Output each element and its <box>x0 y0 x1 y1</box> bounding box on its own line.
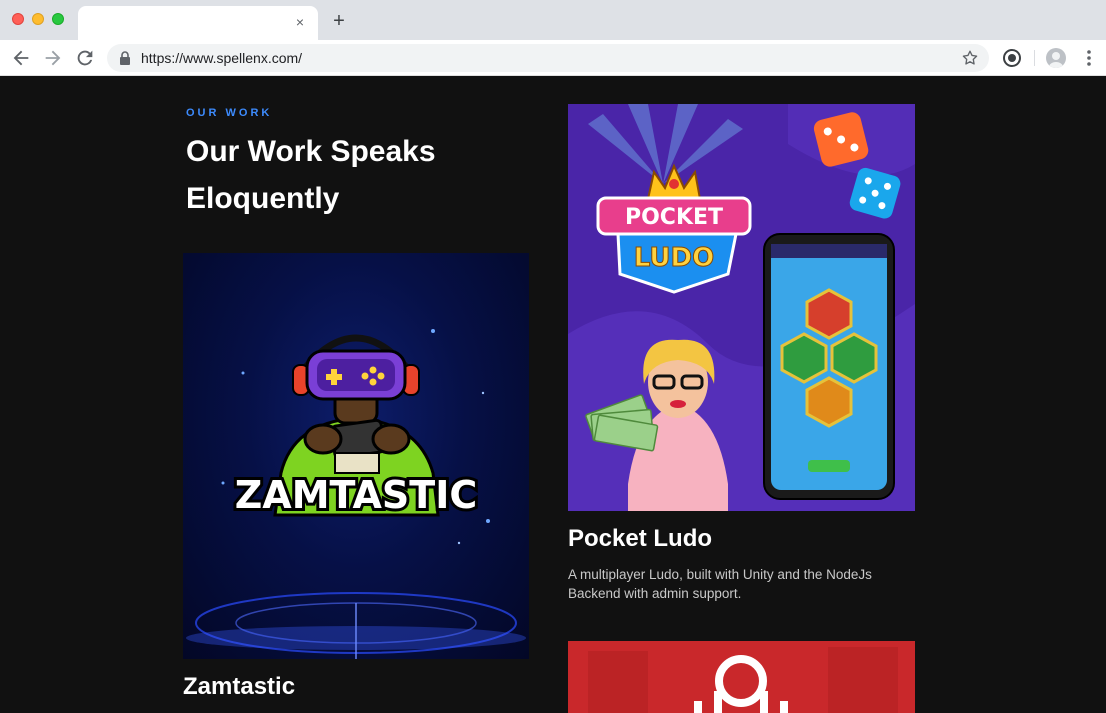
minimize-window-button[interactable] <box>32 13 44 25</box>
maximize-window-button[interactable] <box>52 13 64 25</box>
account-icon[interactable] <box>1046 48 1066 68</box>
zamtastic-artwork: ZAMTASTIC <box>186 329 526 659</box>
svg-text:POCKET: POCKET <box>625 205 723 230</box>
zamtastic-logo-text: ZAMTASTIC <box>235 473 477 517</box>
star-icon[interactable] <box>961 49 979 67</box>
plus-icon[interactable]: + <box>330 11 348 31</box>
browser-tab[interactable]: × <box>78 6 318 40</box>
reload-icon[interactable] <box>74 47 96 69</box>
third-project-image[interactable] <box>568 641 915 713</box>
address-bar[interactable]: https://www.spellenx.com/ <box>107 44 989 72</box>
toolbar-divider <box>1034 50 1035 66</box>
section-heading: Our Work Speaks Eloquently <box>186 135 436 215</box>
menu-dots-icon[interactable] <box>1080 48 1098 68</box>
pocket-ludo-artwork: POCKET LUDO <box>568 104 915 511</box>
zamtastic-image[interactable]: ZAMTASTIC <box>183 253 529 659</box>
tab-strip: × + <box>0 0 1106 40</box>
page-content: OUR WORK Our Work Speaks Eloquently ZAMT… <box>0 76 1106 713</box>
forward-arrow-icon[interactable] <box>42 47 64 69</box>
url-text[interactable]: https://www.spellenx.com/ <box>141 50 302 66</box>
browser-toolbar: https://www.spellenx.com/ <box>0 40 1106 76</box>
back-arrow-icon[interactable] <box>10 47 32 69</box>
close-icon[interactable]: × <box>292 14 308 30</box>
close-window-button[interactable] <box>12 13 24 25</box>
extension-icon[interactable] <box>1002 48 1022 68</box>
lock-icon <box>120 51 130 65</box>
project-title-pocket-ludo[interactable]: Pocket Ludo <box>568 525 712 553</box>
section-eyebrow: OUR WORK <box>186 107 273 119</box>
third-project-artwork <box>568 641 915 713</box>
pocket-ludo-image[interactable]: POCKET LUDO <box>568 104 915 511</box>
project-title-zamtastic[interactable]: Zamtastic <box>183 673 295 701</box>
svg-text:LUDO: LUDO <box>634 243 714 273</box>
project-description-pocket-ludo: A multiplayer Ludo, built with Unity and… <box>568 567 872 601</box>
